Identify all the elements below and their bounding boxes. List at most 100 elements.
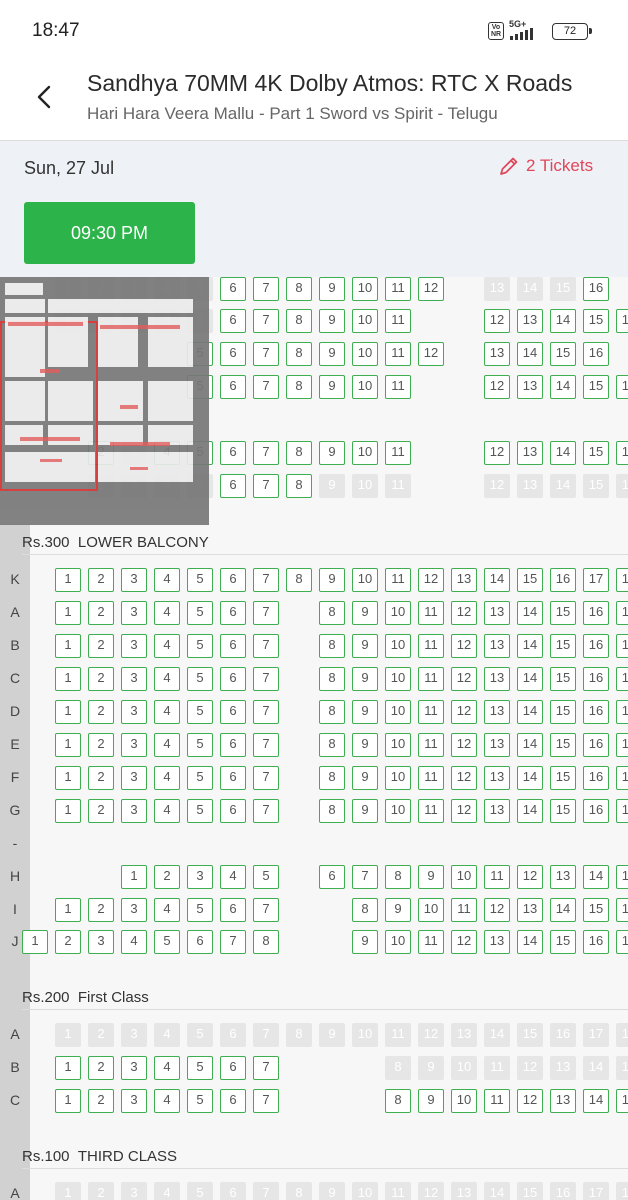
seat-available[interactable]: 10 — [385, 799, 411, 823]
seat-available[interactable]: 11 — [418, 667, 444, 691]
seat-available[interactable]: 3 — [187, 865, 213, 889]
seat-available[interactable]: 14 — [583, 1089, 609, 1113]
seat-available[interactable]: 14 — [550, 441, 576, 465]
seat-available[interactable]: 16 — [583, 601, 609, 625]
seat-available[interactable]: 14 — [550, 898, 576, 922]
tickets-button[interactable]: 2 Tickets — [498, 155, 593, 177]
seat-available[interactable]: 17 — [616, 700, 628, 724]
seat-available[interactable]: 9 — [352, 799, 378, 823]
seat-available[interactable]: 9 — [352, 667, 378, 691]
seat-available[interactable]: 11 — [451, 898, 477, 922]
seat-available[interactable]: 6 — [220, 375, 246, 399]
seat-available[interactable]: 15 — [550, 634, 576, 658]
seat-available[interactable]: 7 — [220, 930, 246, 954]
seat-available[interactable]: 15 — [550, 700, 576, 724]
seat-available[interactable]: 15 — [550, 342, 576, 366]
seat-available[interactable]: 14 — [517, 700, 543, 724]
seat-available[interactable]: 17 — [616, 634, 628, 658]
seat-available[interactable]: 12 — [484, 375, 510, 399]
seat-available[interactable]: 16 — [616, 309, 628, 333]
seat-available[interactable]: 17 — [616, 733, 628, 757]
seat-available[interactable]: 9 — [319, 309, 345, 333]
seat-available[interactable]: 2 — [88, 634, 114, 658]
seat-available[interactable]: 9 — [352, 930, 378, 954]
seat-available[interactable]: 4 — [154, 799, 180, 823]
seat-available[interactable]: 16 — [583, 342, 609, 366]
seat-available[interactable]: 6 — [220, 799, 246, 823]
seat-available[interactable]: 1 — [55, 634, 81, 658]
seat-available[interactable]: 9 — [319, 441, 345, 465]
seat-available[interactable]: 9 — [319, 342, 345, 366]
seat-available[interactable]: 11 — [385, 568, 411, 592]
seat-available[interactable]: 10 — [352, 568, 378, 592]
seat-available[interactable]: 6 — [220, 634, 246, 658]
seat-available[interactable]: 16 — [583, 667, 609, 691]
seat-available[interactable]: 17 — [616, 601, 628, 625]
seat-available[interactable]: 2 — [88, 1089, 114, 1113]
seat-available[interactable]: 7 — [253, 667, 279, 691]
seat-available[interactable]: 1 — [55, 700, 81, 724]
seat-available[interactable]: 12 — [484, 309, 510, 333]
seat-available[interactable]: 7 — [253, 799, 279, 823]
seat-available[interactable]: 12 — [418, 568, 444, 592]
seat-available[interactable]: 11 — [418, 601, 444, 625]
seat-available[interactable]: 1 — [22, 930, 48, 954]
seat-available[interactable]: 4 — [154, 1089, 180, 1113]
seat-available[interactable]: 13 — [517, 898, 543, 922]
seat-available[interactable]: 8 — [286, 309, 312, 333]
seat-available[interactable]: 13 — [517, 375, 543, 399]
seat-available[interactable]: 13 — [484, 766, 510, 790]
seat-available[interactable]: 2 — [88, 898, 114, 922]
seat-available[interactable]: 10 — [385, 733, 411, 757]
seat-available[interactable]: 6 — [220, 898, 246, 922]
seat-available[interactable]: 8 — [319, 601, 345, 625]
seat-available[interactable]: 13 — [550, 865, 576, 889]
seat-available[interactable]: 8 — [286, 568, 312, 592]
seat-available[interactable]: 8 — [319, 766, 345, 790]
seat-available[interactable]: 13 — [484, 342, 510, 366]
seat-available[interactable]: 5 — [187, 568, 213, 592]
seat-available[interactable]: 5 — [253, 865, 279, 889]
seat-available[interactable]: 1 — [121, 865, 147, 889]
seat-available[interactable]: 16 — [583, 799, 609, 823]
seat-available[interactable]: 15 — [616, 865, 628, 889]
seat-available[interactable]: 7 — [253, 309, 279, 333]
seat-available[interactable]: 7 — [253, 342, 279, 366]
seat-available[interactable]: 1 — [55, 733, 81, 757]
seat-available[interactable]: 6 — [220, 667, 246, 691]
seat-available[interactable]: 5 — [187, 667, 213, 691]
seat-available[interactable]: 2 — [88, 1056, 114, 1080]
seat-available[interactable]: 14 — [517, 733, 543, 757]
seat-available[interactable]: 5 — [187, 1089, 213, 1113]
seat-available[interactable]: 12 — [418, 277, 444, 301]
seat-available[interactable]: 15 — [583, 375, 609, 399]
seat-available[interactable]: 8 — [385, 865, 411, 889]
seat-available[interactable]: 16 — [583, 277, 609, 301]
seat-available[interactable]: 7 — [253, 766, 279, 790]
seat-available[interactable]: 4 — [154, 667, 180, 691]
seat-available[interactable]: 10 — [352, 309, 378, 333]
seat-available[interactable]: 14 — [517, 930, 543, 954]
seat-available[interactable]: 16 — [583, 733, 609, 757]
seat-available[interactable]: 2 — [88, 700, 114, 724]
seat-available[interactable]: 3 — [88, 930, 114, 954]
seat-available[interactable]: 5 — [187, 799, 213, 823]
seat-available[interactable]: 10 — [352, 277, 378, 301]
seat-available[interactable]: 18 — [616, 568, 628, 592]
seat-available[interactable]: 5 — [187, 601, 213, 625]
seat-available[interactable]: 5 — [187, 634, 213, 658]
seat-available[interactable]: 8 — [319, 733, 345, 757]
seat-available[interactable]: 17 — [616, 667, 628, 691]
seat-available[interactable]: 3 — [121, 766, 147, 790]
seat-available[interactable]: 6 — [220, 733, 246, 757]
seat-available[interactable]: 16 — [616, 375, 628, 399]
seat-available[interactable]: 2 — [88, 799, 114, 823]
seat-available[interactable]: 8 — [253, 930, 279, 954]
seat-available[interactable]: 14 — [517, 766, 543, 790]
seat-available[interactable]: 17 — [616, 799, 628, 823]
seat-available[interactable]: 15 — [550, 667, 576, 691]
seat-available[interactable]: 12 — [451, 733, 477, 757]
seat-available[interactable]: 11 — [418, 733, 444, 757]
seat-available[interactable]: 13 — [550, 1089, 576, 1113]
seat-available[interactable]: 15 — [583, 898, 609, 922]
